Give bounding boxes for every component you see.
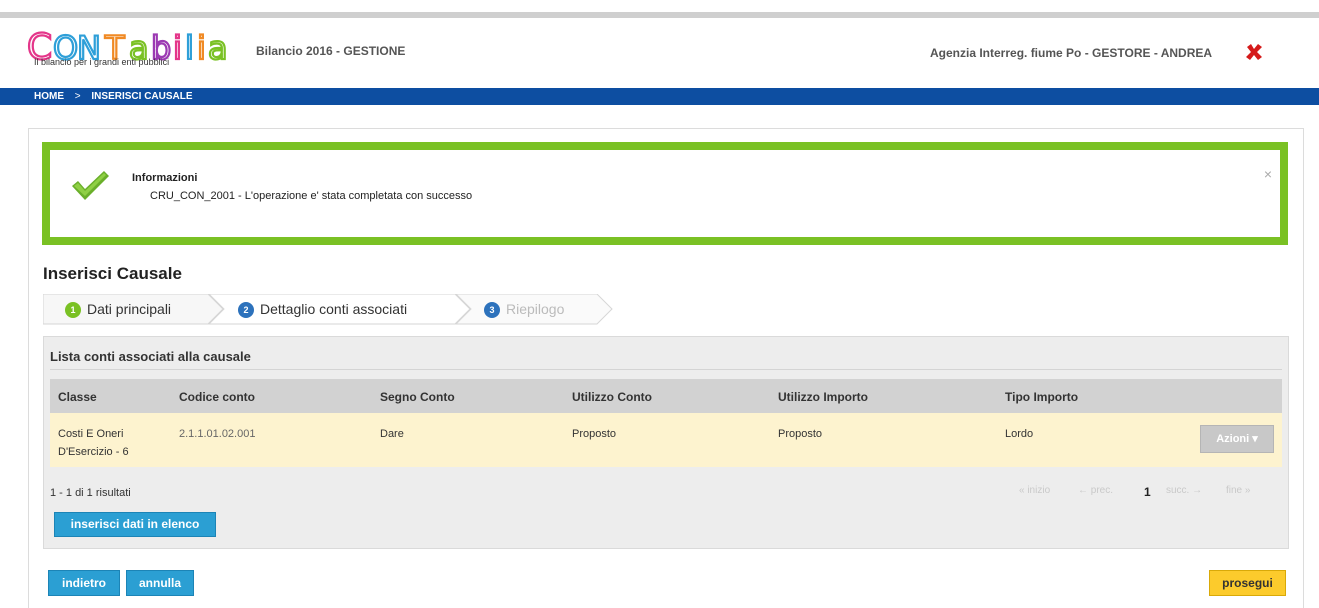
- table-row: Costi E Oneri D'Esercizio - 6 2.1.1.01.0…: [50, 413, 1282, 467]
- alert-message: CRU_CON_2001 - L'operazione e' stata com…: [150, 190, 473, 202]
- pager-next: succ. →: [1166, 485, 1203, 496]
- actions-dropdown-button[interactable]: Azioni ▾: [1200, 425, 1274, 453]
- back-button[interactable]: indietro: [48, 570, 120, 596]
- divider: [50, 369, 1282, 370]
- success-alert: Informazioni CRU_CON_2001 - L'operazione…: [42, 142, 1288, 245]
- svg-text:i: i: [197, 29, 206, 67]
- step-number: 3: [484, 302, 500, 319]
- cancel-button[interactable]: annulla: [126, 570, 194, 596]
- cell-classe-line2: D'Esercizio - 6: [58, 446, 129, 458]
- page-title: Inserisci Causale: [43, 264, 182, 283]
- step-label: Dettaglio conti associati: [260, 301, 408, 317]
- cell-classe-line1: Costi E Oneri: [58, 428, 124, 440]
- table-header: Classe Codice conto Segno Conto Utilizzo…: [50, 379, 1282, 413]
- column-header[interactable]: Tipo Importo: [1005, 390, 1078, 404]
- cell-utilizzo-conto: Proposto: [572, 428, 617, 440]
- logo-tagline: Il bilancio per i grandi enti pubblici: [34, 57, 170, 67]
- breadcrumb-current: INSERISCI CAUSALE: [91, 91, 193, 102]
- app-title: Bilancio 2016 - GESTIONE: [256, 44, 406, 58]
- header: C O N T a b i l i a Il bilancio per i gr…: [0, 18, 1319, 88]
- svg-text:a: a: [208, 29, 228, 67]
- pager-last: fine »: [1226, 485, 1251, 496]
- column-header[interactable]: Utilizzo Importo: [778, 390, 868, 404]
- step-label: Riepilogo: [506, 301, 565, 317]
- list-title: Lista conti associati alla causale: [50, 349, 251, 364]
- step-number: 1: [65, 302, 81, 319]
- insert-into-list-button[interactable]: inserisci dati in elenco: [54, 512, 216, 537]
- step-dettaglio-conti[interactable]: 2 Dettaglio conti associati: [238, 294, 407, 324]
- pager-current-page[interactable]: 1: [1144, 485, 1151, 499]
- continue-button[interactable]: prosegui: [1209, 570, 1286, 596]
- svg-text:l: l: [185, 29, 194, 67]
- associated-accounts-box: Lista conti associati alla causale Class…: [43, 336, 1289, 549]
- column-header[interactable]: Classe: [58, 390, 97, 404]
- column-header[interactable]: Codice conto: [179, 390, 255, 404]
- alert-title: Informazioni: [132, 172, 198, 184]
- contabilia-logo: C O N T a b i l i a: [27, 26, 229, 69]
- step-dati-principali[interactable]: 1 Dati principali: [65, 294, 171, 324]
- svg-text:i: i: [173, 29, 182, 67]
- close-x-icon[interactable]: [1244, 42, 1264, 62]
- results-count: 1 - 1 di 1 risultati: [50, 487, 131, 499]
- cell-classe: Costi E Oneri D'Esercizio - 6: [58, 425, 129, 461]
- step-label: Dati principali: [87, 301, 172, 317]
- breadcrumb-home[interactable]: HOME: [34, 91, 64, 102]
- alert-close-button[interactable]: ×: [1264, 166, 1272, 182]
- breadcrumb: HOME > INSERISCI CAUSALE: [0, 88, 1319, 105]
- actions-label: Azioni: [1216, 433, 1250, 445]
- cell-segno-conto: Dare: [380, 428, 404, 440]
- column-header[interactable]: Segno Conto: [380, 390, 455, 404]
- cell-utilizzo-importo: Proposto: [778, 428, 823, 440]
- pager-current: 1: [1144, 485, 1151, 499]
- pager-prev: ← prec.: [1078, 485, 1114, 496]
- step-number: 2: [238, 302, 254, 319]
- caret-down-icon: ▾: [1252, 433, 1258, 445]
- step-riepilogo: 3 Riepilogo: [484, 294, 564, 324]
- pager-first: « inizio: [1019, 485, 1051, 496]
- cell-tipo-importo: Lordo: [1005, 428, 1034, 440]
- column-header[interactable]: Utilizzo Conto: [572, 390, 652, 404]
- user-info: Agenzia Interreg. fiume Po - GESTORE - A…: [930, 46, 1213, 60]
- checkmark-icon: [72, 171, 109, 200]
- cell-codice-conto: 2.1.1.01.02.001: [179, 428, 256, 440]
- breadcrumb-separator: >: [74, 91, 81, 102]
